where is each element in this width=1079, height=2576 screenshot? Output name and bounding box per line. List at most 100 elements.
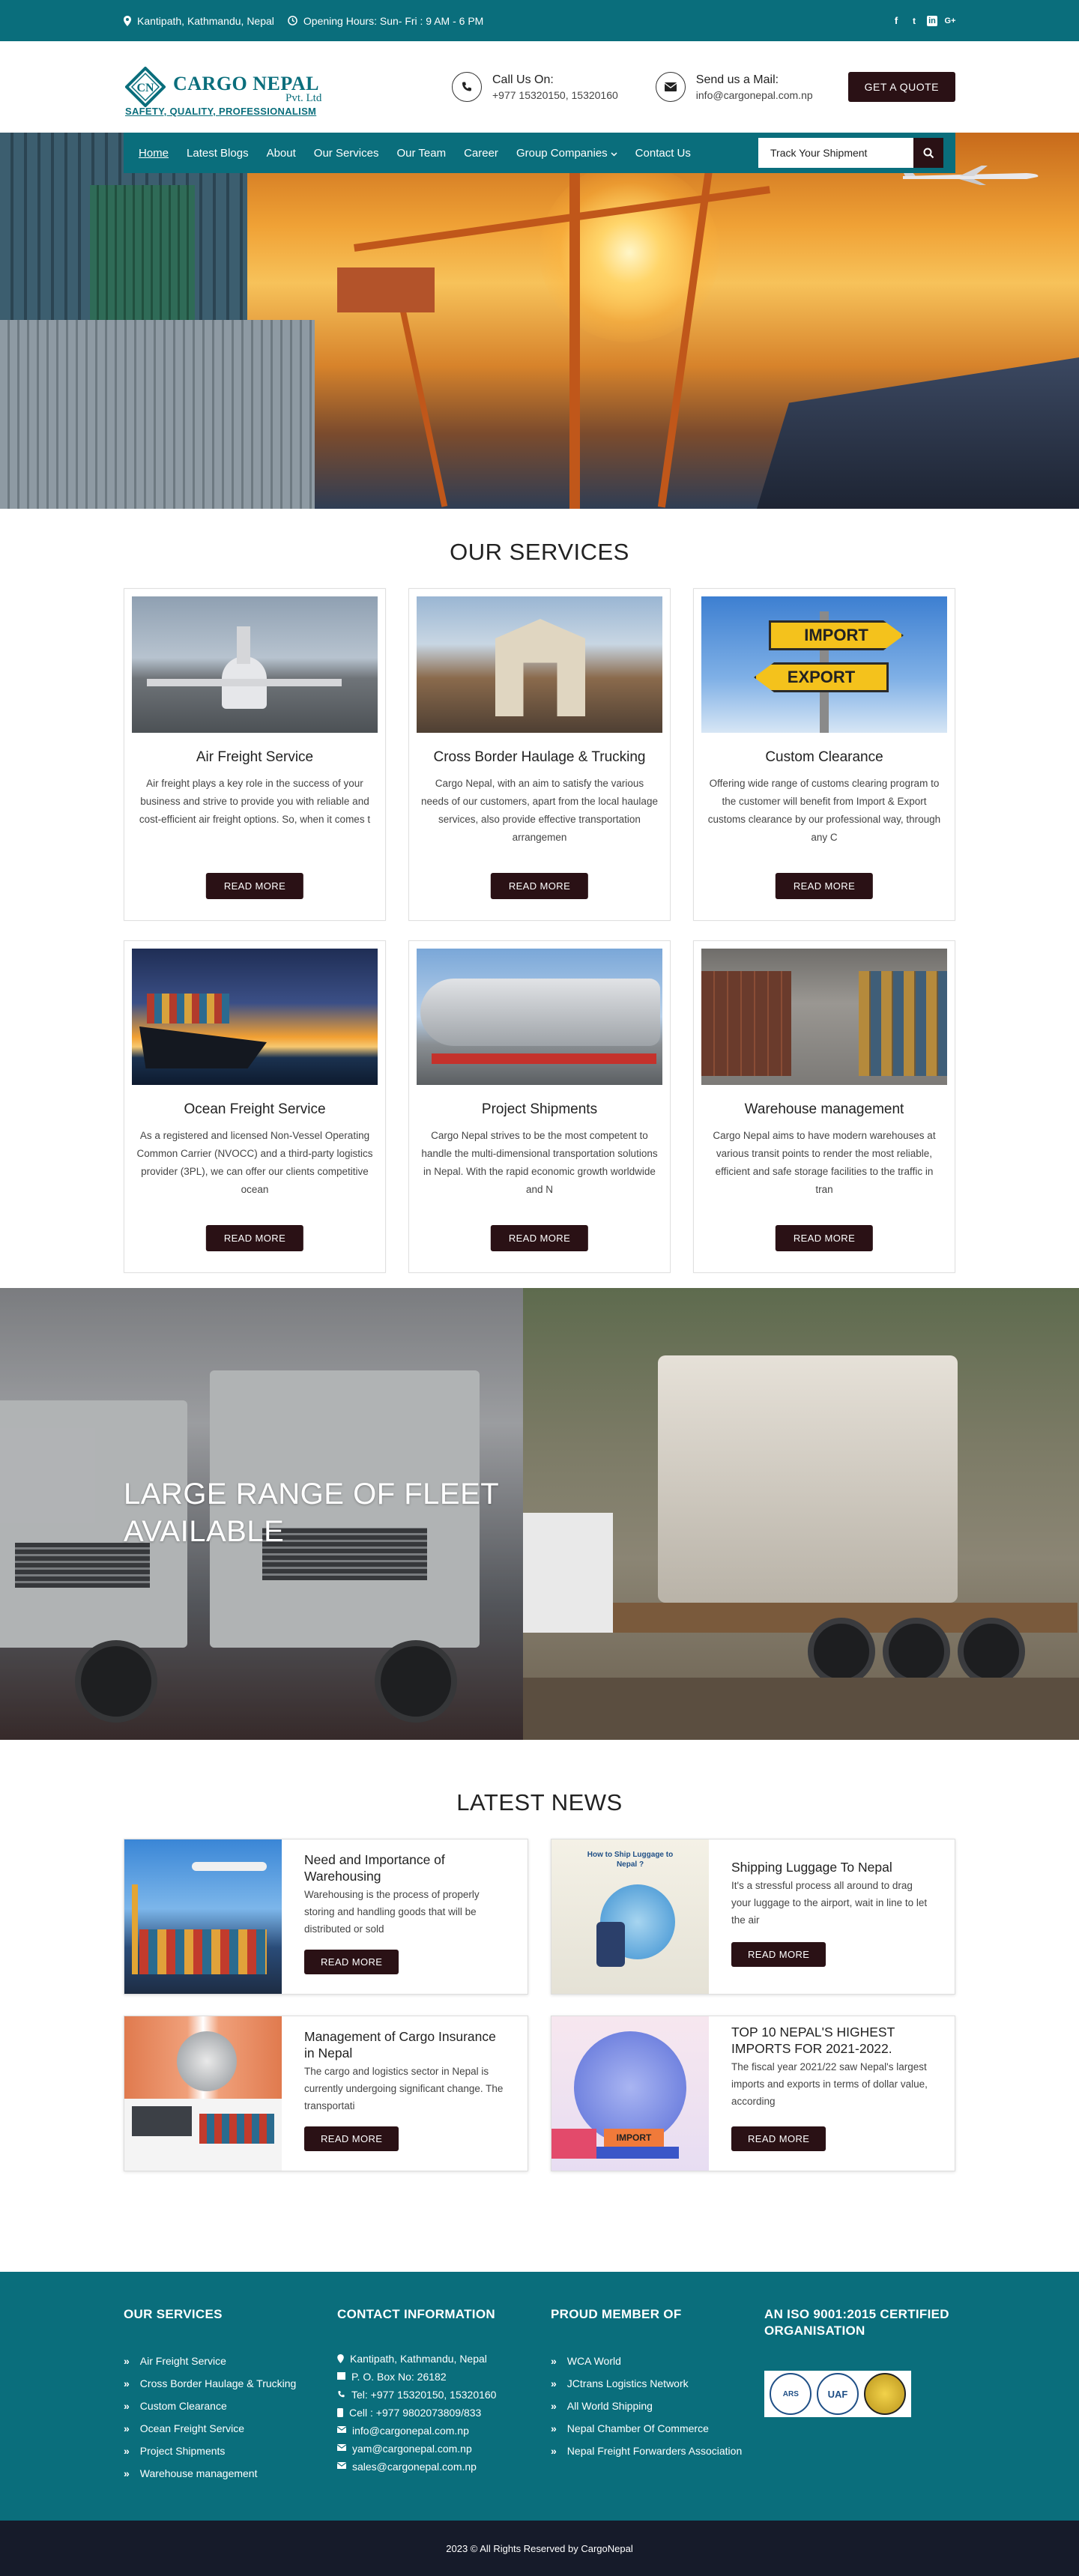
mail-address[interactable]: info@cargonepal.com.np: [696, 89, 813, 101]
footer-service-link[interactable]: » Cross Border Haulage & Trucking: [124, 2372, 337, 2395]
double-chevron-icon: »: [124, 2377, 130, 2389]
twitter-icon[interactable]: t: [909, 16, 919, 26]
footer-service-link[interactable]: » Ocean Freight Service: [124, 2417, 337, 2440]
double-chevron-icon: »: [551, 2377, 557, 2389]
globe-silver: [177, 2031, 237, 2091]
read-more-button[interactable]: READ MORE: [304, 1950, 399, 1974]
news-title[interactable]: Need and Importance of Warehousing: [304, 1851, 505, 1884]
gate-structure: [495, 619, 585, 716]
hours-text: Opening Hours: Sun- Fri : 9 AM - 6 PM: [303, 14, 484, 27]
member-link[interactable]: » JCtrans Logistics Network: [551, 2372, 764, 2395]
news-title[interactable]: Management of Cargo Insurance in Nepal: [304, 2028, 505, 2061]
uaf-cert-label: UAF: [827, 2388, 848, 2400]
read-more-button[interactable]: READ MORE: [304, 2126, 399, 2151]
nav-home[interactable]: Home: [139, 147, 169, 160]
footer-service-link[interactable]: » Air Freight Service: [124, 2350, 337, 2372]
footer-service-label: Custom Clearance: [139, 2400, 227, 2412]
member-label: Nepal Chamber Of Commerce: [566, 2422, 709, 2434]
read-more-button[interactable]: READ MORE: [775, 873, 874, 899]
member-link[interactable]: » WCA World: [551, 2350, 764, 2372]
nav-career[interactable]: Career: [464, 147, 498, 160]
read-more-button[interactable]: READ MORE: [731, 2126, 826, 2151]
double-chevron-icon: »: [124, 2355, 130, 2367]
service-title[interactable]: Project Shipments: [417, 1101, 662, 1118]
footer-service-link[interactable]: » Project Shipments: [124, 2440, 337, 2462]
read-more-button[interactable]: READ MORE: [205, 873, 304, 899]
double-chevron-icon: »: [124, 2422, 130, 2434]
hero-cargo-ship: [757, 357, 1079, 509]
service-card: Cross Border Haulage & Trucking Cargo Ne…: [408, 588, 671, 921]
hero-crane-leg: [397, 299, 448, 507]
contact-email[interactable]: yam@cargonepal.com.np: [337, 2440, 551, 2458]
read-more-button[interactable]: READ MORE: [731, 1942, 826, 1967]
contact-email[interactable]: info@cargonepal.com.np: [337, 2422, 551, 2440]
google-plus-icon[interactable]: G+: [945, 16, 956, 26]
member-link[interactable]: » Nepal Freight Forwarders Association: [551, 2440, 764, 2462]
footer-service-link[interactable]: » Custom Clearance: [124, 2395, 337, 2417]
read-more-button[interactable]: READ MORE: [490, 1225, 589, 1251]
nav-latest-blogs[interactable]: Latest Blogs: [187, 147, 249, 160]
footer-members-title: PROUD MEMBER OF: [551, 2307, 682, 2321]
member-label: All World Shipping: [566, 2400, 653, 2412]
news-title[interactable]: TOP 10 NEPAL'S HIGHEST IMPORTS FOR 2021-…: [731, 2024, 932, 2057]
contact-email-text: yam@cargonepal.com.np: [352, 2443, 472, 2455]
mail-title: Send us a Mail:: [695, 73, 779, 86]
inbox-icon: [337, 2372, 345, 2380]
contact-email-text: sales@cargonepal.com.np: [352, 2461, 477, 2473]
service-card: Air Freight Service Air freight plays a …: [124, 588, 386, 921]
service-card: Warehouse management Cargo Nepal aims to…: [693, 940, 955, 1273]
hero-sun-glow: [540, 163, 719, 342]
read-more-button[interactable]: READ MORE: [490, 873, 589, 899]
main-nav: Home Latest Blogs About Our Services Our…: [124, 133, 955, 173]
nav-contact-us[interactable]: Contact Us: [635, 147, 691, 160]
service-title[interactable]: Ocean Freight Service: [132, 1101, 378, 1118]
member-link[interactable]: » Nepal Chamber Of Commerce: [551, 2417, 764, 2440]
service-title[interactable]: Cross Border Haulage & Trucking: [417, 749, 662, 766]
logo[interactable]: CN CARGO NEPAL Pvt. Ltd SAFETY, QUALITY,…: [124, 53, 341, 121]
globe-purple: [574, 2031, 686, 2144]
read-more-button[interactable]: READ MORE: [205, 1225, 304, 1251]
call-number[interactable]: +977 15320150, 15320160: [492, 89, 618, 101]
contact-tel[interactable]: Tel: +977 15320150, 15320160: [337, 2386, 551, 2404]
hero-container-stack-green: [90, 185, 195, 335]
nav-about[interactable]: About: [267, 147, 296, 160]
double-chevron-icon: »: [551, 2422, 557, 2434]
chevron-down-icon: [611, 151, 617, 157]
contact-email-text: info@cargonepal.com.np: [352, 2425, 469, 2437]
service-image-project-shipments: [417, 949, 662, 1085]
service-title[interactable]: Air Freight Service: [132, 749, 378, 766]
service-text: Air freight plays a key role in the succ…: [139, 778, 371, 825]
footer-service-link[interactable]: » Warehouse management: [124, 2462, 337, 2485]
nav-group-companies[interactable]: Group Companies: [516, 147, 617, 160]
facebook-icon[interactable]: f: [891, 15, 901, 26]
track-shipment-input[interactable]: Track Your Shipment: [758, 138, 913, 168]
get-quote-button[interactable]: GET A QUOTE: [847, 72, 955, 102]
double-chevron-icon: »: [124, 2400, 130, 2412]
fleet-title: LARGE RANGE OF FLEET AVAILABLE: [124, 1475, 499, 1550]
read-more-button[interactable]: READ MORE: [775, 1225, 874, 1251]
nav-our-team[interactable]: Our Team: [396, 147, 446, 160]
double-chevron-icon: »: [551, 2400, 557, 2412]
clock-icon: [288, 16, 297, 25]
footer-service-label: Warehouse management: [139, 2467, 258, 2479]
service-image-ocean-freight: [132, 949, 378, 1085]
trailer: [432, 1053, 656, 1064]
news-excerpt: Warehousing is the process of properly s…: [304, 1889, 480, 1935]
track-search-button[interactable]: [913, 138, 943, 168]
news-card: Need and Importance of Warehousing Wareh…: [124, 1839, 528, 1995]
member-link[interactable]: » All World Shipping: [551, 2395, 764, 2417]
boxes: [551, 2129, 596, 2159]
news-title[interactable]: Shipping Luggage To Nepal: [731, 1859, 932, 1875]
news-image-caption: How to Ship Luggage to Nepal ?: [587, 1851, 674, 1869]
search-icon: [923, 148, 934, 158]
linkedin-icon[interactable]: in: [927, 15, 937, 26]
footer-service-label: Cross Border Haulage & Trucking: [139, 2377, 297, 2389]
service-title[interactable]: Warehouse management: [701, 1101, 947, 1118]
envelope-icon: [337, 2444, 346, 2451]
contact-cell[interactable]: Cell : +977 9802073809/833: [337, 2404, 551, 2422]
import-label: IMPORT: [604, 2129, 664, 2147]
import-sign: IMPORT: [769, 620, 904, 650]
nav-our-services[interactable]: Our Services: [314, 147, 379, 160]
service-title[interactable]: Custom Clearance: [701, 749, 947, 766]
contact-email[interactable]: sales@cargonepal.com.np: [337, 2458, 551, 2476]
